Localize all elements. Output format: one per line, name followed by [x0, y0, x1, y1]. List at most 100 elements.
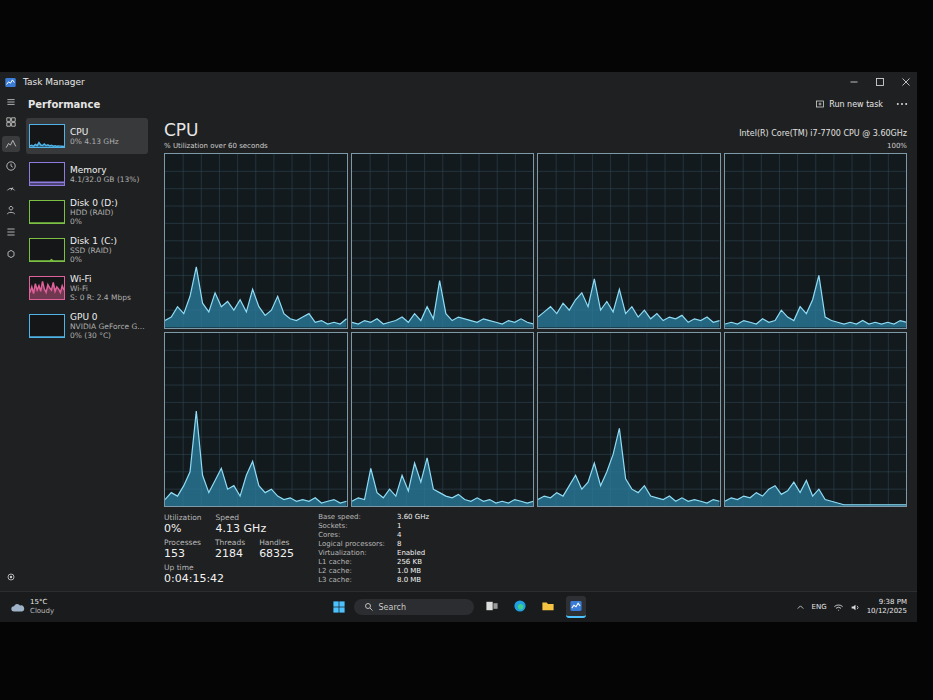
taskbar: 15°C Cloudy Search ENG 9:38 PM 10/12/202… [0, 591, 917, 622]
run-new-task-label: Run new task [829, 100, 883, 109]
close-icon[interactable] [899, 75, 913, 89]
resource-detail: S: 0 R: 2.4 Mbps [70, 293, 131, 302]
usage-area [165, 267, 347, 328]
more-icon[interactable] [895, 101, 909, 107]
nav-icon [5, 116, 17, 128]
task-manager-icon [4, 76, 17, 89]
resource-title: GPU 0 [70, 312, 145, 322]
processor-chart [537, 153, 721, 329]
volume-icon[interactable] [850, 602, 861, 613]
file-explorer-icon [541, 599, 555, 613]
processor-chart [724, 153, 908, 329]
usage-line [165, 411, 347, 503]
chart-subtitle: % Utilization over 60 seconds [164, 142, 268, 150]
stat-label: Up time [164, 563, 224, 572]
detail-label: Logical processors: [318, 540, 385, 549]
resource-detail: 0% [70, 217, 118, 226]
resource-detail: SSD (RAID) [70, 246, 117, 255]
language-indicator[interactable]: ENG [812, 603, 827, 611]
search-icon [364, 602, 374, 612]
resource-detail: NVIDIA GeForce G... [70, 322, 145, 331]
weather-widget[interactable]: 15°C Cloudy [10, 598, 332, 616]
search-placeholder: Search [379, 603, 406, 612]
task-manager-icon [569, 599, 583, 613]
nav-item[interactable] [2, 114, 20, 130]
detail-label: L2 cache: [318, 567, 385, 576]
panel-title: CPU [164, 120, 199, 140]
stat: Up time 0:04:15:42 [164, 563, 224, 585]
chevron-up-icon[interactable] [795, 602, 806, 613]
resource-detail: Wi-Fi [70, 284, 131, 293]
stat: Speed 4.13 GHz [216, 513, 267, 535]
usage-line [538, 428, 720, 503]
usage-area [165, 411, 347, 506]
usage-area [725, 275, 907, 327]
detail-value: Enabled [397, 549, 429, 558]
nav-item[interactable] [2, 224, 20, 240]
taskbar-app[interactable] [482, 596, 502, 618]
cpu-panel: CPU Intel(R) Core(TM) i7-7700 CPU @ 3.60… [152, 116, 917, 591]
page-title: Performance [28, 99, 100, 110]
taskbar-app[interactable] [510, 596, 530, 618]
clock-time: 9:38 PM [879, 598, 907, 607]
start-icon[interactable] [332, 600, 346, 614]
settings-icon[interactable] [5, 571, 17, 583]
resource-item[interactable]: Disk 1 (C:) SSD (RAID)0% [26, 232, 148, 268]
menu-icon[interactable] [5, 96, 17, 108]
resource-item[interactable]: CPU 0% 4.13 GHz [26, 118, 148, 154]
maximize-icon[interactable] [873, 75, 887, 89]
usage-line [165, 267, 347, 324]
nav-item[interactable] [2, 202, 20, 218]
window-title: Task Manager [23, 77, 85, 87]
resource-thumbnail [29, 238, 65, 262]
resource-item[interactable]: GPU 0 NVIDIA GeForce G...0% (30 °C) [26, 308, 148, 344]
resource-item[interactable]: Memory 4.1/32.0 GB (13%) [26, 156, 148, 192]
resource-detail: 0% (30 °C) [70, 331, 145, 340]
stat: Handles 68325 [259, 538, 294, 560]
chart-max-label: 100% [887, 142, 907, 150]
detail-value: 256 KB [397, 558, 429, 567]
detail-value: 4 [397, 531, 429, 540]
page-header: Performance Run new task [22, 92, 917, 116]
taskbar-app[interactable] [566, 596, 586, 618]
resource-thumbnail [29, 200, 65, 224]
cpu-details: Base speed: 3.60 GHzSockets: 1Cores: 4Lo… [318, 513, 429, 585]
detail-value: 3.60 GHz [397, 513, 429, 522]
stat-value: 0% [164, 522, 202, 535]
wifi-icon[interactable] [833, 602, 844, 613]
resource-detail: 0% 4.13 GHz [70, 137, 119, 146]
usage-area [538, 428, 720, 506]
nav-icon [5, 204, 17, 216]
resource-detail: HDD (RAID) [70, 208, 118, 217]
cpu-stats: Utilization 0% Speed 4.13 GHz Processes 15… [164, 507, 907, 585]
usage-line [538, 279, 720, 322]
nav-item[interactable] [2, 158, 20, 174]
nav-item[interactable] [2, 180, 20, 196]
usage-line [352, 457, 534, 502]
search-box[interactable]: Search [354, 599, 474, 615]
stat: Threads 2184 [215, 538, 245, 560]
clock-date: 10/12/2025 [867, 607, 907, 616]
task-view-icon [485, 599, 499, 613]
resource-title: CPU [70, 127, 119, 137]
minimize-icon[interactable] [847, 75, 861, 89]
taskbar-app[interactable] [538, 596, 558, 618]
resource-title: Disk 0 (D:) [70, 198, 118, 208]
detail-label: Cores: [318, 531, 385, 540]
clock[interactable]: 9:38 PM 10/12/2025 [867, 598, 907, 616]
resource-item[interactable]: Disk 0 (D:) HDD (RAID)0% [26, 194, 148, 230]
detail-value: 1.0 MB [397, 567, 429, 576]
navigation-rail [0, 92, 22, 591]
run-new-task-button[interactable]: Run new task [811, 97, 887, 111]
stat-label: Speed [216, 513, 267, 522]
stat-label: Utilization [164, 513, 202, 522]
nav-item[interactable] [2, 246, 20, 262]
nav-item[interactable] [2, 136, 20, 152]
usage-line [352, 281, 534, 324]
stat-label: Threads [215, 538, 245, 547]
stat: Processes 153 [164, 538, 201, 560]
processor-chart [164, 332, 348, 508]
weather-condition: Cloudy [30, 607, 54, 616]
detail-value: 1 [397, 522, 429, 531]
resource-item[interactable]: Wi-Fi Wi-FiS: 0 R: 2.4 Mbps [26, 270, 148, 306]
